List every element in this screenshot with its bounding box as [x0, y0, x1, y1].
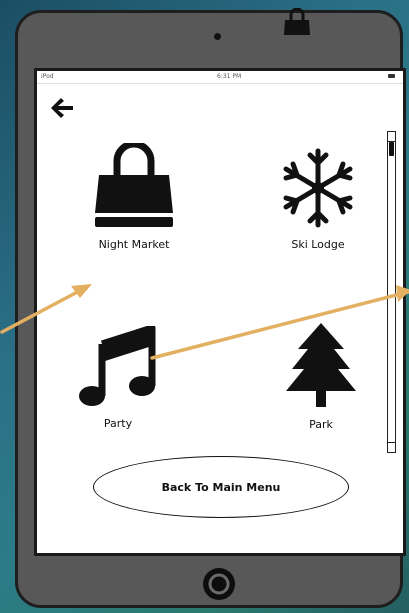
tree-icon	[286, 323, 356, 407]
app-screen: iPod 6:31 PM Night Market Ski Lodge Part…	[34, 68, 406, 556]
tile-party[interactable]: Party	[75, 326, 161, 430]
tile-label: Ski Lodge	[291, 238, 345, 251]
tile-night-market[interactable]: Night Market	[79, 143, 189, 251]
vertical-scrollbar[interactable]	[387, 131, 396, 453]
scroll-down-arrow[interactable]	[388, 442, 395, 452]
tile-ski-lodge[interactable]: Ski Lodge	[273, 147, 363, 251]
snowflake-icon	[283, 148, 353, 228]
scrollbar-thumb[interactable]	[389, 142, 394, 156]
tile-label: Park	[309, 418, 333, 431]
device-name: iPod	[41, 73, 54, 80]
shopping-bag-icon	[95, 143, 173, 227]
main-menu-button-label: Back To Main Menu	[161, 480, 281, 494]
scroll-up-arrow[interactable]	[388, 132, 395, 142]
status-time: 6:31 PM	[217, 73, 242, 80]
shopping-bag-badge-icon	[284, 8, 310, 35]
tile-park[interactable]: Park	[281, 321, 361, 431]
camera-dot	[214, 33, 221, 40]
status-bar: iPod 6:31 PM	[37, 71, 403, 84]
tile-label: Party	[103, 417, 133, 430]
battery-icon	[388, 74, 395, 78]
back-arrow-icon[interactable]	[49, 96, 75, 120]
tile-label: Night Market	[98, 238, 170, 251]
music-note-icon	[79, 326, 156, 406]
back-to-main-menu-button[interactable]: Back To Main Menu	[93, 456, 349, 518]
home-button-icon[interactable]	[200, 565, 238, 603]
